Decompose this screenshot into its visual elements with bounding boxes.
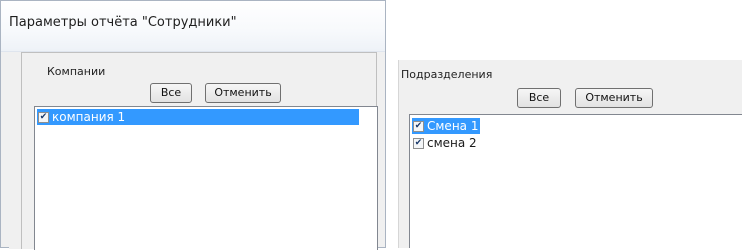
list-item-label: компания 1 <box>52 110 126 124</box>
check-icon[interactable]: ✔ <box>38 111 49 123</box>
companies-cancel-button[interactable]: Отменить <box>205 83 281 103</box>
divisions-group: Подразделения Все Отменить ✔ Смена 1 ✔ с… <box>398 60 742 248</box>
companies-label: Компании <box>47 65 106 78</box>
companies-all-button[interactable]: Все <box>150 83 192 103</box>
divisions-all-button[interactable]: Все <box>517 88 561 108</box>
divisions-cancel-button[interactable]: Отменить <box>575 88 653 108</box>
list-item[interactable]: ✔ смена 2 <box>412 135 479 151</box>
dialog-title: Параметры отчёта "Сотрудники" <box>9 15 237 30</box>
dialog-client-area: Компании Все Отменить ✔ компания 1 <box>9 52 378 250</box>
companies-group: Компании Все Отменить ✔ компания 1 <box>21 52 378 250</box>
divisions-label: Подразделения <box>401 68 493 81</box>
divisions-panel: Подразделения Все Отменить ✔ Смена 1 ✔ с… <box>398 60 742 248</box>
list-item-label: Смена 1 <box>427 119 479 133</box>
report-settings-dialog: Параметры отчёта "Сотрудники" Компании В… <box>0 0 386 250</box>
dialog-titlebar[interactable]: Параметры отчёта "Сотрудники" <box>1 1 385 52</box>
list-item-label: смена 2 <box>427 136 477 150</box>
check-icon[interactable]: ✔ <box>413 137 424 149</box>
divisions-listbox[interactable]: ✔ Смена 1 ✔ смена 2 <box>409 114 742 248</box>
check-icon[interactable]: ✔ <box>413 120 424 132</box>
companies-listbox[interactable]: ✔ компания 1 <box>34 106 378 250</box>
list-item[interactable]: ✔ компания 1 <box>37 109 359 125</box>
list-item[interactable]: ✔ Смена 1 <box>412 118 480 134</box>
